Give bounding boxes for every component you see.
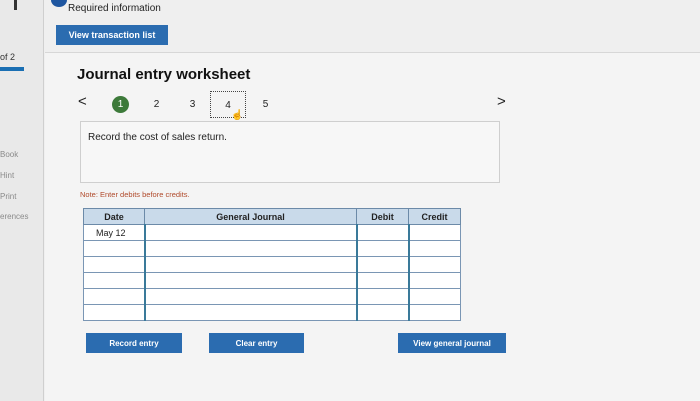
header-debit: Debit	[356, 208, 409, 225]
credit-cell[interactable]	[407, 272, 461, 289]
account-cell[interactable]	[143, 272, 357, 289]
sidebar-link-references[interactable]: erences	[0, 212, 28, 221]
sidebar-link-book[interactable]: Book	[0, 150, 18, 159]
date-cell	[83, 288, 145, 305]
date-cell	[83, 272, 145, 289]
prev-step-chevron-icon[interactable]: <	[78, 93, 87, 110]
clear-entry-button[interactable]: Clear entry	[209, 333, 304, 353]
debit-cell[interactable]	[355, 288, 409, 305]
table-row	[83, 272, 461, 289]
credit-cell[interactable]	[407, 256, 461, 273]
debit-cell[interactable]	[355, 256, 409, 273]
step-4-label: 4	[225, 100, 231, 111]
step-1[interactable]: 1	[112, 96, 129, 113]
sidebar-link-print[interactable]: Print	[0, 192, 16, 201]
step-4[interactable]: 4 ☝	[210, 91, 246, 121]
debit-cell[interactable]	[355, 224, 409, 241]
account-cell[interactable]	[143, 256, 357, 273]
table-row	[83, 288, 461, 305]
step-2[interactable]: 2	[148, 96, 165, 113]
alert-icon	[51, 0, 67, 7]
date-cell: May 12	[83, 224, 145, 241]
page-progress-bar	[0, 67, 24, 71]
instruction-text: Record the cost of sales return.	[88, 132, 227, 143]
credit-cell[interactable]	[407, 224, 461, 241]
date-cell	[83, 240, 145, 257]
date-cell	[83, 304, 145, 321]
date-cell	[83, 256, 145, 273]
sidebar-link-hint[interactable]: Hint	[0, 171, 14, 180]
header-credit: Credit	[408, 208, 461, 225]
credit-cell[interactable]	[407, 240, 461, 257]
header-date: Date	[83, 208, 145, 225]
worksheet-title: Journal entry worksheet	[77, 66, 251, 83]
required-information-label: Required information	[68, 3, 161, 14]
account-cell[interactable]	[143, 240, 357, 257]
view-transaction-list-button[interactable]: View transaction list	[56, 25, 168, 45]
table-row	[83, 256, 461, 273]
account-cell[interactable]	[143, 224, 357, 241]
left-sidebar: of 2 Book Hint Print erences	[0, 0, 44, 401]
header-general-journal: General Journal	[144, 208, 357, 225]
debit-cell[interactable]	[355, 272, 409, 289]
top-mark	[14, 0, 17, 10]
next-step-chevron-icon[interactable]: >	[497, 93, 506, 110]
debit-cell[interactable]	[355, 304, 409, 321]
view-general-journal-button[interactable]: View general journal	[398, 333, 506, 353]
table-row: May 12	[83, 224, 461, 241]
credit-cell[interactable]	[407, 288, 461, 305]
record-entry-button[interactable]: Record entry	[86, 333, 182, 353]
credit-cell[interactable]	[407, 304, 461, 321]
journal-table: Date General Journal Debit Credit May 12	[83, 208, 461, 321]
instruction-box	[80, 121, 500, 183]
debit-cell[interactable]	[355, 240, 409, 257]
account-cell[interactable]	[143, 288, 357, 305]
debit-credit-note: Note: Enter debits before credits.	[80, 190, 190, 199]
table-row	[83, 304, 461, 321]
table-row	[83, 240, 461, 257]
page-indicator: of 2	[0, 52, 16, 62]
step-5[interactable]: 5	[257, 96, 274, 113]
step-3[interactable]: 3	[184, 96, 201, 113]
account-cell[interactable]	[143, 304, 357, 321]
